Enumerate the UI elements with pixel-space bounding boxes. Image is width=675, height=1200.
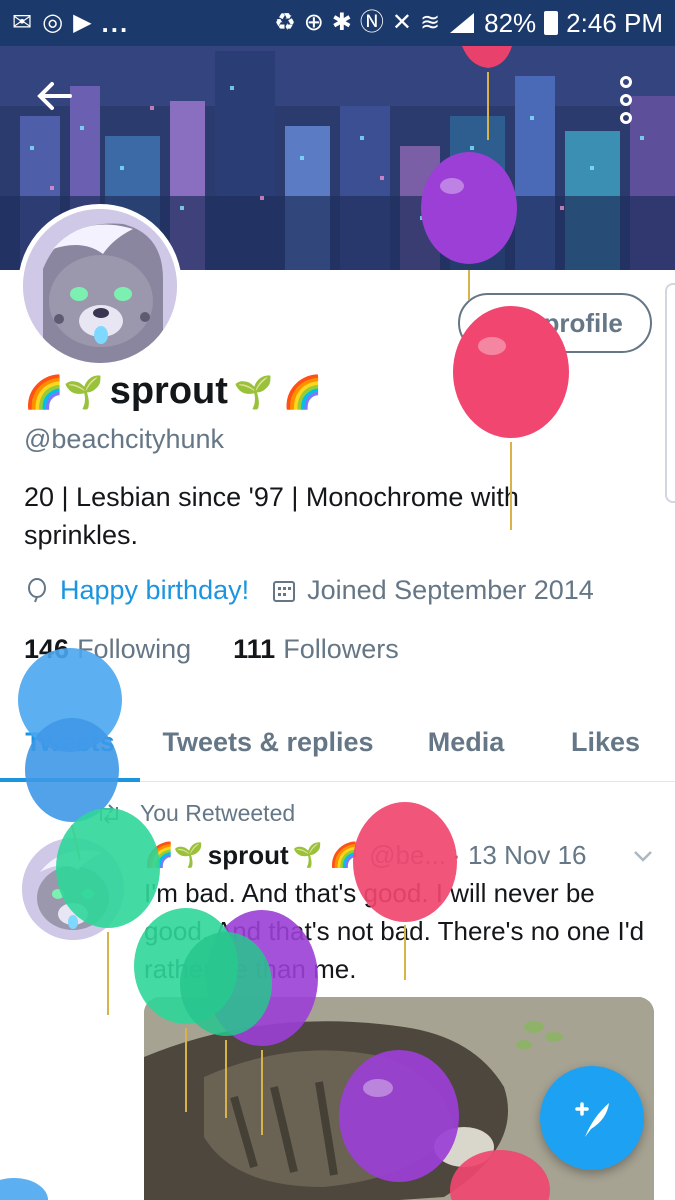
name-emoji-left: 🌈🌱 (24, 373, 104, 410)
instagram-icon: ◎ (42, 9, 64, 36)
youtube-icon: ▶ (73, 9, 92, 36)
balloon-icon (28, 577, 46, 602)
follow-stats: 146 Following 111 Followers (24, 634, 399, 665)
chevron-down-icon[interactable] (632, 845, 654, 867)
bluetooth-icon: ✱ (331, 9, 352, 36)
profile-name: 🌈🌱 sprout 🌱 🌈 (24, 370, 322, 413)
balloon-blue-2 (0, 1178, 48, 1200)
tweet-date: · 13 Nov 16 (452, 840, 587, 870)
retweet-icon (100, 803, 118, 824)
battery-icon (544, 11, 559, 35)
followers-count[interactable]: 111 (233, 634, 275, 665)
author-emoji-left: 🌈🌱 (144, 842, 204, 869)
nfc-icon: Ⓝ (359, 9, 384, 36)
display-name: sprout (109, 370, 228, 412)
tweet-header: 🌈🌱 sprout 🌱 🌈 @be... · 13 Nov 16 (144, 840, 654, 871)
clock: 2:46 PM (566, 7, 663, 38)
profile-bio: 20 | Lesbian since '97 | Monochrome with… (24, 482, 519, 550)
mail-icon: ✉ (12, 9, 33, 36)
profile-meta: Happy birthday! Joined September 2014 (24, 575, 616, 606)
profile-avatar[interactable] (18, 204, 182, 368)
vertical-dots-icon[interactable] (610, 76, 642, 124)
author-emoji-right: 🌱 🌈 (292, 842, 360, 869)
following-label[interactable]: Following (77, 634, 191, 665)
mute-icon: ✕ (391, 9, 413, 36)
more-notifications: ... (101, 7, 130, 38)
name-emoji-right: 🌱 🌈 (233, 373, 323, 410)
birthday-link[interactable]: Happy birthday! (60, 575, 249, 606)
status-bar: ✉ ◎ ▶ ... ♻ ⊕ ✱ Ⓝ ✕ ≋ 82% 2:46 PM (0, 0, 675, 46)
edit-profile-button[interactable]: Edit profile (458, 293, 652, 353)
battery-percent: 82% (484, 7, 537, 38)
tweet-author-avatar[interactable] (22, 838, 124, 940)
profile-handle: @beachcityhunk (24, 424, 225, 454)
birthday-item[interactable]: Happy birthday! (24, 575, 249, 606)
tweet-author-name[interactable]: 🌈🌱 sprout 🌱 🌈 (144, 840, 359, 871)
compose-tweet-button[interactable] (540, 1066, 644, 1170)
profile-tabs: Tweets Tweets & replies Media Likes (0, 704, 675, 782)
joined-item: Joined September 2014 (271, 575, 594, 606)
tab-likes[interactable]: Likes (536, 704, 675, 781)
signal-icon (450, 13, 475, 33)
following-count[interactable]: 146 (24, 634, 69, 665)
tab-tweets[interactable]: Tweets (0, 704, 140, 782)
back-arrow-icon[interactable] (30, 72, 78, 120)
wifi-icon: ≋ (420, 9, 441, 36)
followers-label[interactable]: Followers (283, 634, 399, 665)
battery-saver-icon: ♻ (274, 9, 296, 36)
data-saver-icon: ⊕ (303, 9, 324, 36)
tweet-text: I'm bad. And that's good. I will never b… (144, 878, 645, 984)
compose-tweet-icon (575, 1102, 609, 1137)
scroll-edge-handle[interactable] (665, 283, 675, 503)
retweet-label: You Retweeted (140, 800, 296, 826)
tweet-author-handle: @be... (369, 840, 447, 870)
calendar-icon (273, 580, 296, 602)
retweet-context: You Retweeted (96, 800, 295, 827)
author-name: sprout (207, 840, 289, 870)
joined-date: Joined September 2014 (307, 575, 594, 605)
tab-media[interactable]: Media (396, 704, 536, 781)
tab-tweets-replies[interactable]: Tweets & replies (140, 704, 396, 781)
